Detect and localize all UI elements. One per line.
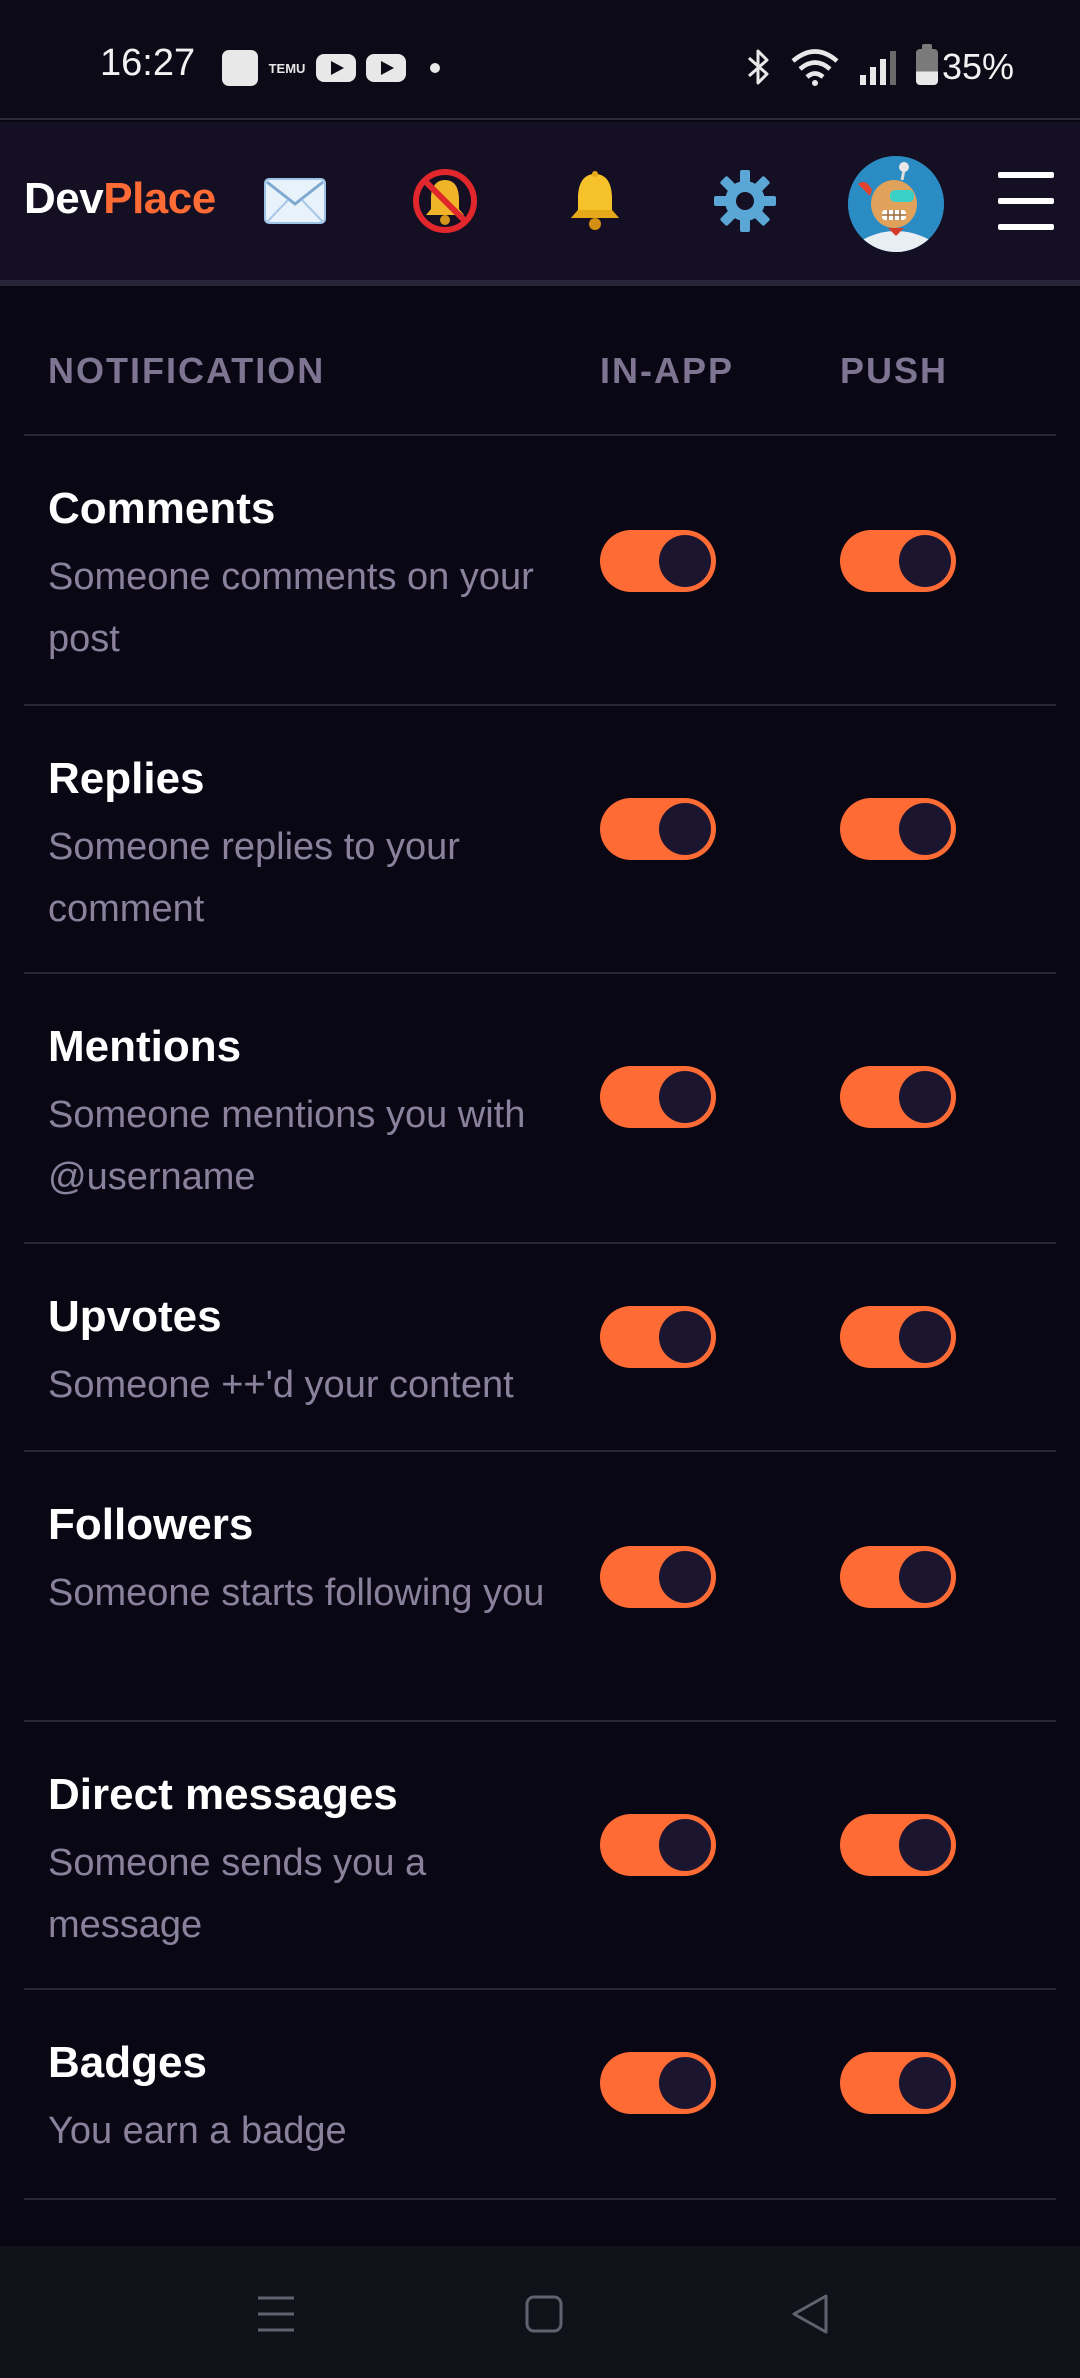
notification-row-mentions: Mentions Someone mentions you with @user…: [24, 974, 1056, 1244]
toggle-knob: [659, 1311, 711, 1363]
row-description: Someone comments on your post: [48, 556, 534, 660]
toggle-knob: [899, 535, 951, 587]
status-system-icons: 35%: [746, 44, 1014, 88]
youtube-icon: [316, 54, 356, 82]
battery-percent: 35%: [941, 46, 1014, 87]
toggle-knob: [899, 2057, 951, 2109]
battery-icon: [915, 44, 938, 85]
notification-row-upvotes: Upvotes Someone ++'d your content: [24, 1244, 1056, 1452]
toggle-knob: [899, 803, 951, 855]
app-header: DevPlace: [0, 122, 1080, 286]
toggle-knob: [659, 1551, 711, 1603]
row-title: Upvotes: [48, 1292, 222, 1341]
push-toggle[interactable]: [840, 1066, 956, 1128]
avatar[interactable]: [848, 156, 944, 252]
in-app-toggle[interactable]: [600, 1814, 716, 1876]
app-notification-icon: [222, 50, 258, 86]
toggle-knob: [659, 535, 711, 587]
push-toggle[interactable]: [840, 530, 956, 592]
push-toggle[interactable]: [840, 1546, 956, 1608]
notifications-off-icon[interactable]: [408, 164, 482, 238]
row-description: Someone ++'d your content: [48, 1364, 514, 1406]
push-toggle[interactable]: [840, 798, 956, 860]
column-header-in-app: IN-APP: [600, 350, 735, 391]
push-toggle[interactable]: [840, 2052, 956, 2114]
logo-dev-text: Dev: [24, 174, 104, 223]
status-time: 16:27: [100, 42, 196, 84]
column-header-push: PUSH: [840, 350, 949, 391]
signal-icon: [859, 51, 896, 85]
logo-place-text: Place: [103, 174, 216, 223]
toggle-knob: [659, 1071, 711, 1123]
bluetooth-icon: [747, 49, 769, 85]
in-app-toggle[interactable]: [600, 530, 716, 592]
notification-table-header: NOTIFICATION IN-APP PUSH: [24, 290, 1056, 436]
notification-row-badges: Badges You earn a badge: [24, 1990, 1056, 2200]
more-notifications-dot-icon: [430, 63, 440, 73]
devplace-logo[interactable]: DevPlace: [24, 174, 216, 224]
column-header-notification: NOTIFICATION: [48, 350, 326, 391]
wifi-icon: [791, 49, 839, 86]
push-toggle[interactable]: [840, 1814, 956, 1876]
in-app-toggle[interactable]: [600, 1546, 716, 1608]
row-title: Comments: [48, 484, 276, 533]
recent-apps-icon[interactable]: [256, 2294, 296, 2334]
notification-row-comments: Comments Someone comments on your post: [24, 436, 1056, 706]
notification-row-direct-messages: Direct messages Someone sends you a mess…: [24, 1722, 1056, 1990]
row-description: You earn a badge: [48, 2110, 347, 2152]
in-app-toggle[interactable]: [600, 2052, 716, 2114]
bell-icon[interactable]: [558, 164, 632, 238]
home-icon[interactable]: [524, 2294, 564, 2334]
in-app-toggle[interactable]: [600, 1066, 716, 1128]
notification-row-replies: Replies Someone replies to your comment: [24, 706, 1056, 974]
toggle-knob: [899, 1071, 951, 1123]
toggle-knob: [899, 1551, 951, 1603]
menu-icon[interactable]: [998, 172, 1054, 230]
toggle-knob: [899, 1819, 951, 1871]
in-app-toggle[interactable]: [600, 798, 716, 860]
row-title: Mentions: [48, 1022, 242, 1071]
mail-icon[interactable]: [258, 164, 332, 238]
row-title: Direct messages: [48, 1770, 398, 1819]
push-toggle[interactable]: [840, 1306, 956, 1368]
system-navigation-bar: [0, 2246, 1080, 2378]
row-description: Someone replies to your comment: [48, 826, 460, 930]
row-title: Followers: [48, 1500, 254, 1549]
status-notification-icons: TEMU: [222, 50, 440, 86]
gear-icon[interactable]: [708, 164, 782, 238]
toggle-knob: [659, 1819, 711, 1871]
temu-icon: TEMU: [268, 60, 306, 76]
toggle-knob: [899, 1311, 951, 1363]
row-description: Someone sends you a message: [48, 1842, 427, 1946]
toggle-knob: [659, 2057, 711, 2109]
row-description: Someone starts following you: [48, 1572, 545, 1614]
toggle-knob: [659, 803, 711, 855]
row-title: Replies: [48, 754, 205, 803]
notification-row-followers: Followers Someone starts following you: [24, 1452, 1056, 1722]
youtube-icon: [366, 54, 406, 82]
back-icon[interactable]: [790, 2292, 830, 2336]
in-app-toggle[interactable]: [600, 1306, 716, 1368]
status-bar: 16:27 TEMU 35%: [0, 0, 1080, 120]
row-description: Someone mentions you with @username: [48, 1094, 526, 1198]
row-title: Badges: [48, 2038, 207, 2087]
